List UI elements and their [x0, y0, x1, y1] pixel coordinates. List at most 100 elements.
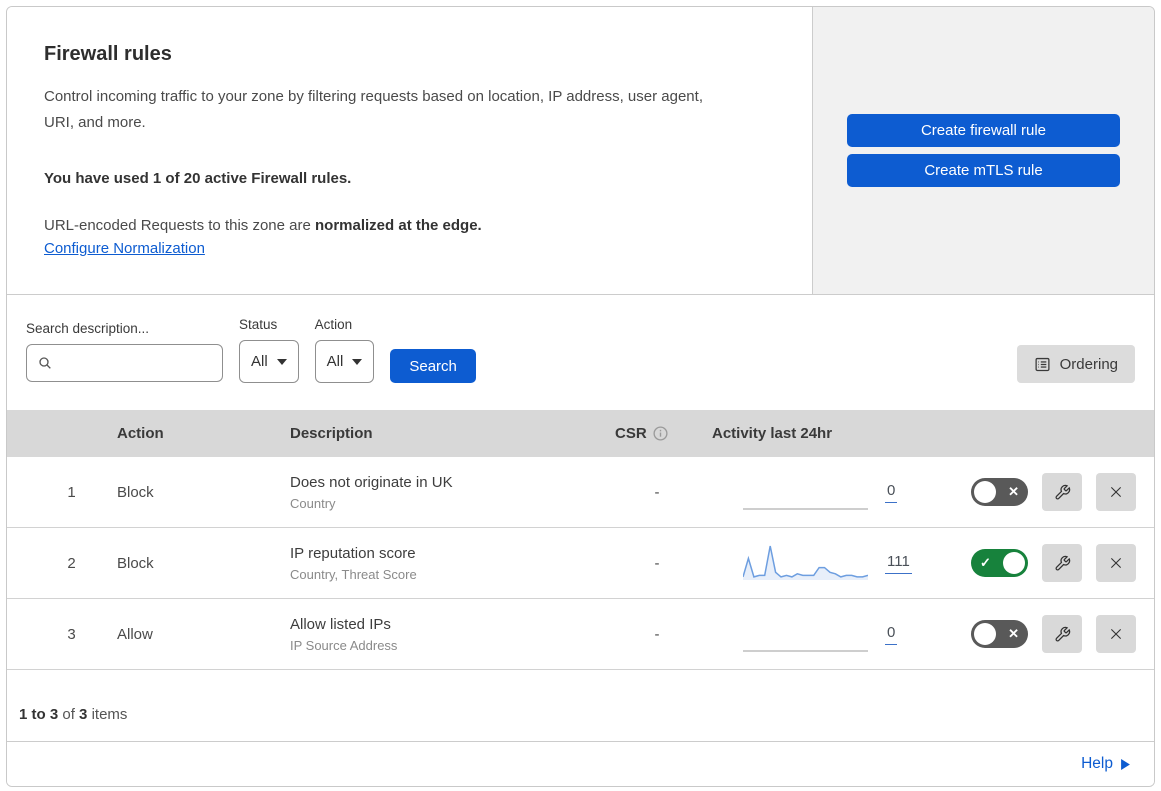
edit-rule-button[interactable] [1042, 615, 1082, 653]
rule-priority: 2 [67, 554, 76, 572]
rule-description-cell: Allow listed IPs IP Source Address [285, 616, 607, 653]
close-icon [1110, 628, 1122, 640]
search-button[interactable]: Search [390, 349, 476, 383]
create-firewall-rule-button[interactable]: Create firewall rule [847, 114, 1120, 147]
description-column-header: Description [290, 425, 373, 442]
activity-column-header: Activity last 24hr [712, 425, 833, 442]
activity-count-link[interactable]: 0 [885, 624, 898, 645]
search-input[interactable] [60, 355, 212, 371]
chevron-down-icon [276, 358, 287, 365]
rule-activity-cell: 0 [707, 613, 962, 655]
csr-header-label: CSR [615, 425, 647, 442]
filter-bar: Search description... Status All Action … [7, 295, 1154, 410]
normalization-text: URL-encoded Requests to this zone are [44, 217, 315, 234]
toggle-knob [974, 481, 996, 503]
status-select[interactable]: All [239, 340, 299, 383]
normalization-notice: URL-encoded Requests to this zone are no… [44, 217, 764, 234]
status-select-value: All [251, 353, 268, 370]
delete-rule-button[interactable] [1096, 473, 1136, 511]
x-icon: ✕ [1008, 484, 1019, 499]
search-box[interactable] [26, 344, 223, 382]
help-link[interactable]: Help [1081, 755, 1130, 773]
of-text: of [62, 706, 75, 723]
close-icon [1110, 486, 1122, 498]
items-range: 1 to 3 [19, 706, 59, 723]
intro-section: Firewall rules Control incoming traffic … [7, 7, 1154, 295]
firewall-rules-panel: Firewall rules Control incoming traffic … [6, 6, 1155, 787]
activity-sparkline [743, 650, 868, 652]
info-icon[interactable] [653, 426, 668, 441]
search-icon [39, 357, 51, 369]
rule-description-cell: Does not originate in UK Country [285, 474, 607, 511]
rule-priority: 1 [67, 483, 76, 501]
pagination-summary: 1 to 3 of 3 items [7, 670, 1154, 741]
rule-description: Does not originate in UK [290, 473, 453, 491]
configure-normalization-link[interactable]: Configure Normalization [44, 240, 205, 257]
check-icon: ✓ [980, 555, 991, 570]
rule-enabled-toggle[interactable]: ✓ ✕ [971, 478, 1028, 506]
items-range-text: 1 to 3 of 3 items [19, 706, 127, 723]
items-text: items [91, 706, 128, 723]
rule-activity-cell: 0 [707, 471, 962, 513]
page-title: Firewall rules [44, 43, 172, 65]
create-mtls-rule-button[interactable]: Create mTLS rule [847, 154, 1120, 187]
close-icon [1110, 557, 1122, 569]
csr-column-header: CSR [607, 425, 707, 442]
intro-text-area: Firewall rules Control incoming traffic … [7, 7, 812, 294]
create-actions-panel: Create firewall rule Create mTLS rule [812, 7, 1154, 294]
delete-rule-button[interactable] [1096, 615, 1136, 653]
arrow-right-icon [1121, 758, 1130, 770]
rule-match-fields: Country, Threat Score [290, 566, 417, 582]
rule-description: IP reputation score [290, 544, 416, 562]
rule-action: Block [117, 483, 154, 501]
edit-rule-button[interactable] [1042, 544, 1082, 582]
activity-count-link[interactable]: 111 [885, 553, 912, 574]
toggle-knob [974, 623, 996, 645]
delete-rule-button[interactable] [1096, 544, 1136, 582]
rule-csr-value: - [654, 554, 660, 572]
table-header: Action Description CSR Activity last 24h… [7, 410, 1154, 457]
status-filter-group: Status All [239, 317, 299, 383]
action-filter-group: Action All [314, 317, 375, 383]
rule-controls: ✓ ✕ [962, 544, 1154, 582]
chevron-down-icon [352, 358, 363, 365]
wrench-icon [1055, 484, 1070, 499]
table-row: 2 Block IP reputation score Country, Thr… [7, 528, 1154, 599]
rule-action: Block [117, 554, 154, 572]
status-label: Status [239, 317, 278, 332]
table-row: 1 Block Does not originate in UK Country… [7, 457, 1154, 528]
rule-description-cell: IP reputation score Country, Threat Scor… [285, 545, 607, 582]
table-row: 3 Allow Allow listed IPs IP Source Addre… [7, 599, 1154, 670]
ordering-list-icon [1035, 357, 1050, 371]
search-label: Search description... [26, 321, 150, 336]
x-icon: ✕ [1008, 626, 1019, 641]
page-description: Control incoming traffic to your zone by… [44, 88, 703, 131]
normalization-bold-text: normalized at the edge. [315, 217, 482, 234]
rule-csr-value: - [654, 483, 660, 501]
rule-action: Allow [117, 625, 153, 643]
rule-enabled-toggle[interactable]: ✓ ✕ [971, 620, 1028, 648]
edit-rule-button[interactable] [1042, 473, 1082, 511]
rule-controls: ✓ ✕ [962, 473, 1154, 511]
rule-match-fields: IP Source Address [290, 637, 398, 653]
wrench-icon [1055, 555, 1070, 570]
rule-csr-value: - [654, 625, 660, 643]
ordering-button[interactable]: Ordering [1016, 345, 1135, 383]
rule-description: Allow listed IPs [290, 615, 391, 633]
help-link-label: Help [1081, 755, 1113, 772]
rule-priority: 3 [67, 625, 76, 643]
ordering-button-label: Ordering [1059, 355, 1118, 373]
rule-activity-cell: 111 [707, 542, 962, 584]
rule-match-fields: Country [290, 495, 336, 511]
toggle-knob [1003, 552, 1025, 574]
usage-notice: You have used 1 of 20 active Firewall ru… [44, 170, 352, 187]
rule-enabled-toggle[interactable]: ✓ ✕ [971, 549, 1028, 577]
rule-controls: ✓ ✕ [962, 615, 1154, 653]
action-label: Action [314, 317, 353, 332]
wrench-icon [1055, 626, 1070, 641]
action-column-header: Action [117, 425, 164, 442]
action-select[interactable]: All [314, 340, 375, 383]
items-total: 3 [79, 706, 88, 723]
activity-count-link[interactable]: 0 [885, 482, 898, 503]
help-bar: Help [7, 741, 1154, 786]
